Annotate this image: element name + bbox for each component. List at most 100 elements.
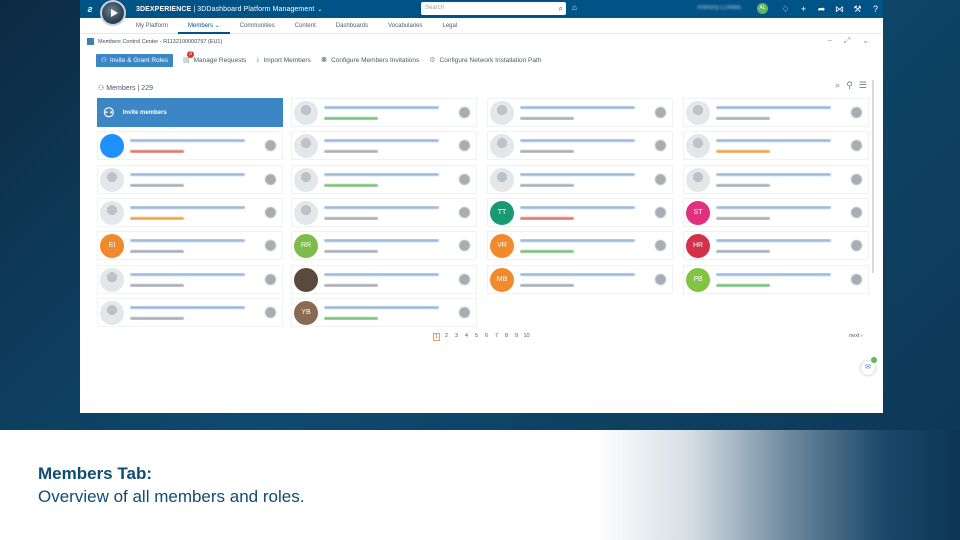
member-card[interactable] bbox=[487, 165, 673, 194]
invite-members-button[interactable]: ⚇ Invite members bbox=[97, 98, 283, 127]
page-number[interactable]: 9 bbox=[513, 333, 520, 341]
next-page-link[interactable]: next › bbox=[849, 333, 863, 339]
more-options-icon[interactable] bbox=[851, 140, 862, 151]
page-number[interactable]: 7 bbox=[493, 333, 500, 341]
page-number[interactable]: 3 bbox=[453, 333, 460, 341]
add-icon[interactable]: + bbox=[799, 2, 808, 16]
members-count: ⚇ Members | 229 bbox=[98, 84, 153, 93]
minimize-icon[interactable]: – bbox=[827, 36, 831, 46]
tab-my-platform[interactable]: My Platform bbox=[126, 18, 178, 34]
tab-communities[interactable]: Communities bbox=[230, 18, 285, 34]
configure-invitations-button[interactable]: ⚉ Configure Members Invitations bbox=[321, 56, 419, 65]
member-card[interactable] bbox=[97, 198, 283, 227]
more-options-icon[interactable] bbox=[459, 174, 470, 185]
tab-vocabularies[interactable]: Vocabularies bbox=[378, 18, 432, 34]
member-email bbox=[324, 205, 439, 209]
share-icon[interactable]: ➦ bbox=[817, 2, 826, 16]
tab-dashboards[interactable]: Dashboards bbox=[326, 18, 378, 34]
member-card[interactable]: ST bbox=[683, 198, 869, 227]
filter-icon[interactable]: ⚲ bbox=[846, 80, 853, 91]
member-card[interactable] bbox=[291, 131, 477, 160]
search-icon[interactable]: ⌕ bbox=[835, 80, 840, 91]
more-options-icon[interactable] bbox=[655, 207, 666, 218]
import-members-button[interactable]: ⤓ Import Members bbox=[256, 56, 310, 64]
more-options-icon[interactable] bbox=[265, 240, 276, 251]
tab-legal[interactable]: Legal bbox=[432, 18, 467, 34]
manage-requests-button[interactable]: ▤ 3 Manage Requests bbox=[183, 51, 246, 64]
member-card[interactable] bbox=[97, 131, 283, 160]
brand-title[interactable]: 3DEXPERIENCE | 3DDashboard Platform Mana… bbox=[136, 6, 323, 13]
page-number[interactable]: 5 bbox=[473, 333, 480, 341]
more-options-icon[interactable] bbox=[851, 207, 862, 218]
ds-logo-icon[interactable]: ƨ bbox=[82, 0, 98, 18]
page-number[interactable]: 6 bbox=[483, 333, 490, 341]
member-card[interactable] bbox=[97, 298, 283, 327]
more-options-icon[interactable] bbox=[459, 140, 470, 151]
member-card[interactable] bbox=[291, 265, 477, 294]
more-options-icon[interactable] bbox=[655, 174, 666, 185]
invite-grant-roles-button[interactable]: ⚇ Invite & Grant Roles bbox=[96, 53, 173, 67]
configure-network-button[interactable]: ⚙ Configure Network Installation Path bbox=[429, 56, 541, 65]
member-card[interactable] bbox=[291, 98, 477, 127]
tab-members[interactable]: Members ⌄ bbox=[178, 18, 230, 34]
member-card[interactable]: MB bbox=[487, 265, 673, 294]
more-options-icon[interactable] bbox=[459, 207, 470, 218]
more-options-icon[interactable] bbox=[655, 240, 666, 251]
page-number[interactable]: 10 bbox=[523, 333, 530, 341]
member-card[interactable]: HR bbox=[683, 231, 869, 260]
more-options-icon[interactable] bbox=[655, 274, 666, 285]
member-card[interactable]: YB bbox=[291, 298, 477, 327]
member-card[interactable] bbox=[683, 131, 869, 160]
member-card[interactable] bbox=[683, 98, 869, 127]
more-options-icon[interactable] bbox=[459, 274, 470, 285]
pagination: 1 2 3 4 5 6 7 8 9 10 bbox=[433, 333, 530, 341]
more-options-icon[interactable] bbox=[265, 174, 276, 185]
search-icon[interactable]: ⌕ bbox=[559, 3, 563, 14]
page-number[interactable]: 8 bbox=[503, 333, 510, 341]
more-options-icon[interactable] bbox=[851, 240, 862, 251]
more-options-icon[interactable] bbox=[851, 174, 862, 185]
page-number[interactable]: 4 bbox=[463, 333, 470, 341]
more-options-icon[interactable] bbox=[655, 140, 666, 151]
compass-icon[interactable] bbox=[100, 0, 126, 26]
more-options-icon[interactable] bbox=[265, 140, 276, 151]
member-card[interactable] bbox=[291, 165, 477, 194]
maximize-icon[interactable]: ⤢ bbox=[844, 36, 850, 46]
member-card[interactable] bbox=[291, 198, 477, 227]
member-card[interactable] bbox=[683, 165, 869, 194]
help-icon[interactable]: ? bbox=[871, 2, 880, 16]
member-card[interactable]: EI bbox=[97, 231, 283, 260]
more-options-icon[interactable] bbox=[851, 274, 862, 285]
member-card[interactable] bbox=[487, 131, 673, 160]
member-card[interactable] bbox=[97, 265, 283, 294]
member-card[interactable]: VR bbox=[487, 231, 673, 260]
tag-icon[interactable]: ⌂ bbox=[572, 3, 577, 12]
chevron-down-icon[interactable]: ⌄ bbox=[317, 7, 322, 13]
member-card[interactable] bbox=[97, 165, 283, 194]
page-number[interactable]: 1 bbox=[433, 333, 440, 341]
chevron-down-icon[interactable]: ⌄ bbox=[862, 36, 869, 46]
network-icon[interactable]: ⋈ bbox=[835, 2, 844, 16]
more-options-icon[interactable] bbox=[655, 107, 666, 118]
search-input[interactable]: Search ⌕ bbox=[421, 2, 566, 15]
more-options-icon[interactable] bbox=[265, 307, 276, 318]
chat-icon[interactable]: ✉ bbox=[861, 361, 875, 375]
tab-content[interactable]: Content bbox=[285, 18, 326, 34]
member-card[interactable]: RR bbox=[291, 231, 477, 260]
list-view-icon[interactable]: ☰ bbox=[859, 80, 867, 91]
more-options-icon[interactable] bbox=[459, 307, 470, 318]
user-name[interactable]: Anthony LOMBE bbox=[697, 5, 742, 11]
notification-icon[interactable]: ♢ bbox=[781, 2, 790, 16]
more-options-icon[interactable] bbox=[459, 240, 470, 251]
more-options-icon[interactable] bbox=[265, 207, 276, 218]
member-card[interactable]: PB bbox=[683, 265, 869, 294]
page-number[interactable]: 2 bbox=[443, 333, 450, 341]
member-card[interactable]: TT bbox=[487, 198, 673, 227]
more-options-icon[interactable] bbox=[265, 274, 276, 285]
member-card[interactable] bbox=[487, 98, 673, 127]
avatar[interactable]: AL bbox=[757, 3, 768, 14]
scrollbar[interactable] bbox=[872, 80, 874, 273]
more-options-icon[interactable] bbox=[851, 107, 862, 118]
tools-icon[interactable]: ⚒ bbox=[853, 2, 862, 16]
more-options-icon[interactable] bbox=[459, 107, 470, 118]
